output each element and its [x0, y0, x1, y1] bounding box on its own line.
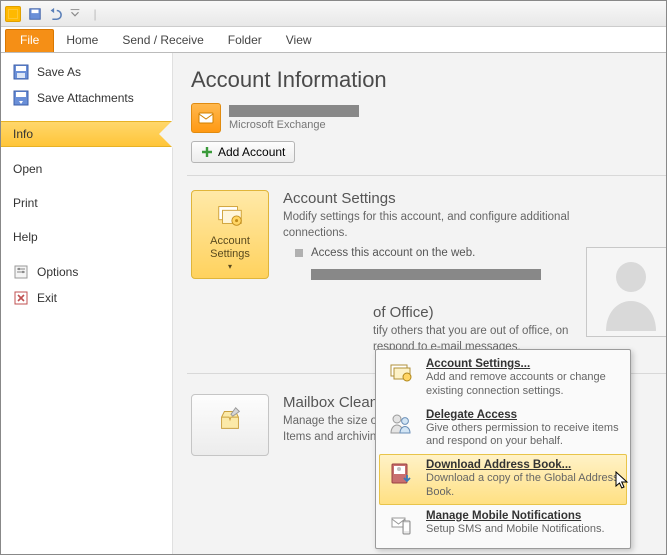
sidebar-label: Help	[13, 230, 38, 244]
add-account-button[interactable]: Add Account	[191, 141, 295, 163]
sidebar-open[interactable]: Open	[1, 157, 172, 181]
separator	[187, 175, 666, 176]
sidebar-label: Print	[13, 196, 38, 210]
tab-folder[interactable]: Folder	[216, 29, 274, 52]
tab-file[interactable]: File	[5, 29, 54, 52]
section-heading: Account Settings	[283, 190, 583, 207]
menu-desc: Download a copy of the Global Address Bo…	[426, 472, 620, 500]
web-access-link[interactable]: Access this account on the web.	[311, 247, 475, 259]
sidebar-label: Exit	[37, 291, 57, 305]
options-icon	[13, 264, 29, 280]
section-desc: Modify settings for this account, and co…	[283, 210, 583, 241]
cleanup-icon	[214, 403, 246, 435]
add-account-label: Add Account	[218, 145, 285, 159]
delegate-icon	[386, 409, 416, 439]
sidebar-info[interactable]: Info	[1, 121, 172, 147]
tab-view[interactable]: View	[274, 29, 324, 52]
menu-mobile-notifications[interactable]: Manage Mobile NotificationsSetup SMS and…	[379, 505, 627, 545]
sidebar-options[interactable]: Options	[1, 259, 172, 285]
sidebar-label: Info	[13, 127, 33, 141]
account-type: Microsoft Exchange	[229, 119, 359, 131]
account-settings-menu-icon	[386, 358, 416, 388]
account-settings-body: Account Settings Modify settings for thi…	[283, 190, 583, 280]
section-heading-partial: of Office)	[373, 304, 568, 321]
menu-desc: Setup SMS and Mobile Notifications.	[426, 523, 605, 537]
account-settings-dropdown: Account Settings...Add and remove accoun…	[375, 349, 631, 549]
menu-account-settings[interactable]: Account Settings...Add and remove accoun…	[379, 353, 627, 404]
menu-desc: Give others permission to receive items …	[426, 422, 620, 450]
sidebar-print[interactable]: Print	[1, 191, 172, 215]
ribbon-tabs: File Home Send / Receive Folder View	[1, 27, 666, 53]
app-icon	[5, 6, 21, 22]
qat-save-icon[interactable]	[26, 5, 44, 23]
url-redacted	[311, 269, 541, 280]
sidebar-label: Save Attachments	[37, 91, 134, 105]
account-text: Microsoft Exchange	[229, 105, 359, 131]
menu-title: Delegate Access	[426, 409, 620, 421]
account-settings-button[interactable]: Account Settings ▾	[191, 190, 269, 279]
mobile-icon	[386, 510, 416, 540]
backstage-main: Save As Save Attachments Info Open Print…	[1, 53, 666, 554]
page-title: Account Information	[191, 67, 666, 93]
menu-title: Download Address Book...	[426, 459, 620, 471]
menu-title: Account Settings...	[426, 358, 620, 370]
exchange-account-icon	[191, 103, 221, 133]
cleanup-button[interactable]	[191, 394, 269, 456]
sidebar-label: Options	[37, 265, 78, 279]
qat-separator: |	[86, 5, 104, 23]
menu-download-address-book[interactable]: Download Address Book...Download a copy …	[379, 454, 627, 505]
bullet-icon	[295, 249, 303, 257]
tab-home[interactable]: Home	[54, 29, 110, 52]
qat-customize-icon[interactable]	[66, 5, 84, 23]
exit-icon	[13, 290, 29, 306]
address-book-icon	[386, 459, 416, 489]
sidebar-label: Open	[13, 162, 42, 176]
title-bar: |	[1, 1, 666, 27]
button-label: Account Settings	[210, 235, 250, 260]
menu-desc: Add and remove accounts or change existi…	[426, 371, 620, 399]
account-name-redacted	[229, 105, 359, 117]
backstage-content: Account Information Microsoft Exchange A…	[173, 53, 666, 554]
chevron-down-icon: ▾	[196, 262, 264, 272]
tab-send-receive[interactable]: Send / Receive	[110, 29, 215, 52]
qat-undo-icon[interactable]	[46, 5, 64, 23]
menu-title: Manage Mobile Notifications	[426, 510, 605, 522]
sidebar-label: Save As	[37, 65, 81, 79]
account-settings-icon	[214, 199, 246, 231]
sidebar-save-attachments[interactable]: Save Attachments	[1, 85, 172, 111]
sidebar-save-as[interactable]: Save As	[1, 59, 172, 85]
account-row: Microsoft Exchange	[191, 103, 666, 133]
sidebar-exit[interactable]: Exit	[1, 285, 172, 311]
menu-delegate-access[interactable]: Delegate AccessGive others permission to…	[379, 404, 627, 455]
sidebar-help[interactable]: Help	[1, 225, 172, 249]
attachment-save-icon	[13, 90, 29, 106]
plus-icon	[201, 146, 213, 158]
save-icon	[13, 64, 29, 80]
backstage-sidebar: Save As Save Attachments Info Open Print…	[1, 53, 173, 554]
auto-replies-section: of Office) tify others that you are out …	[191, 304, 666, 355]
